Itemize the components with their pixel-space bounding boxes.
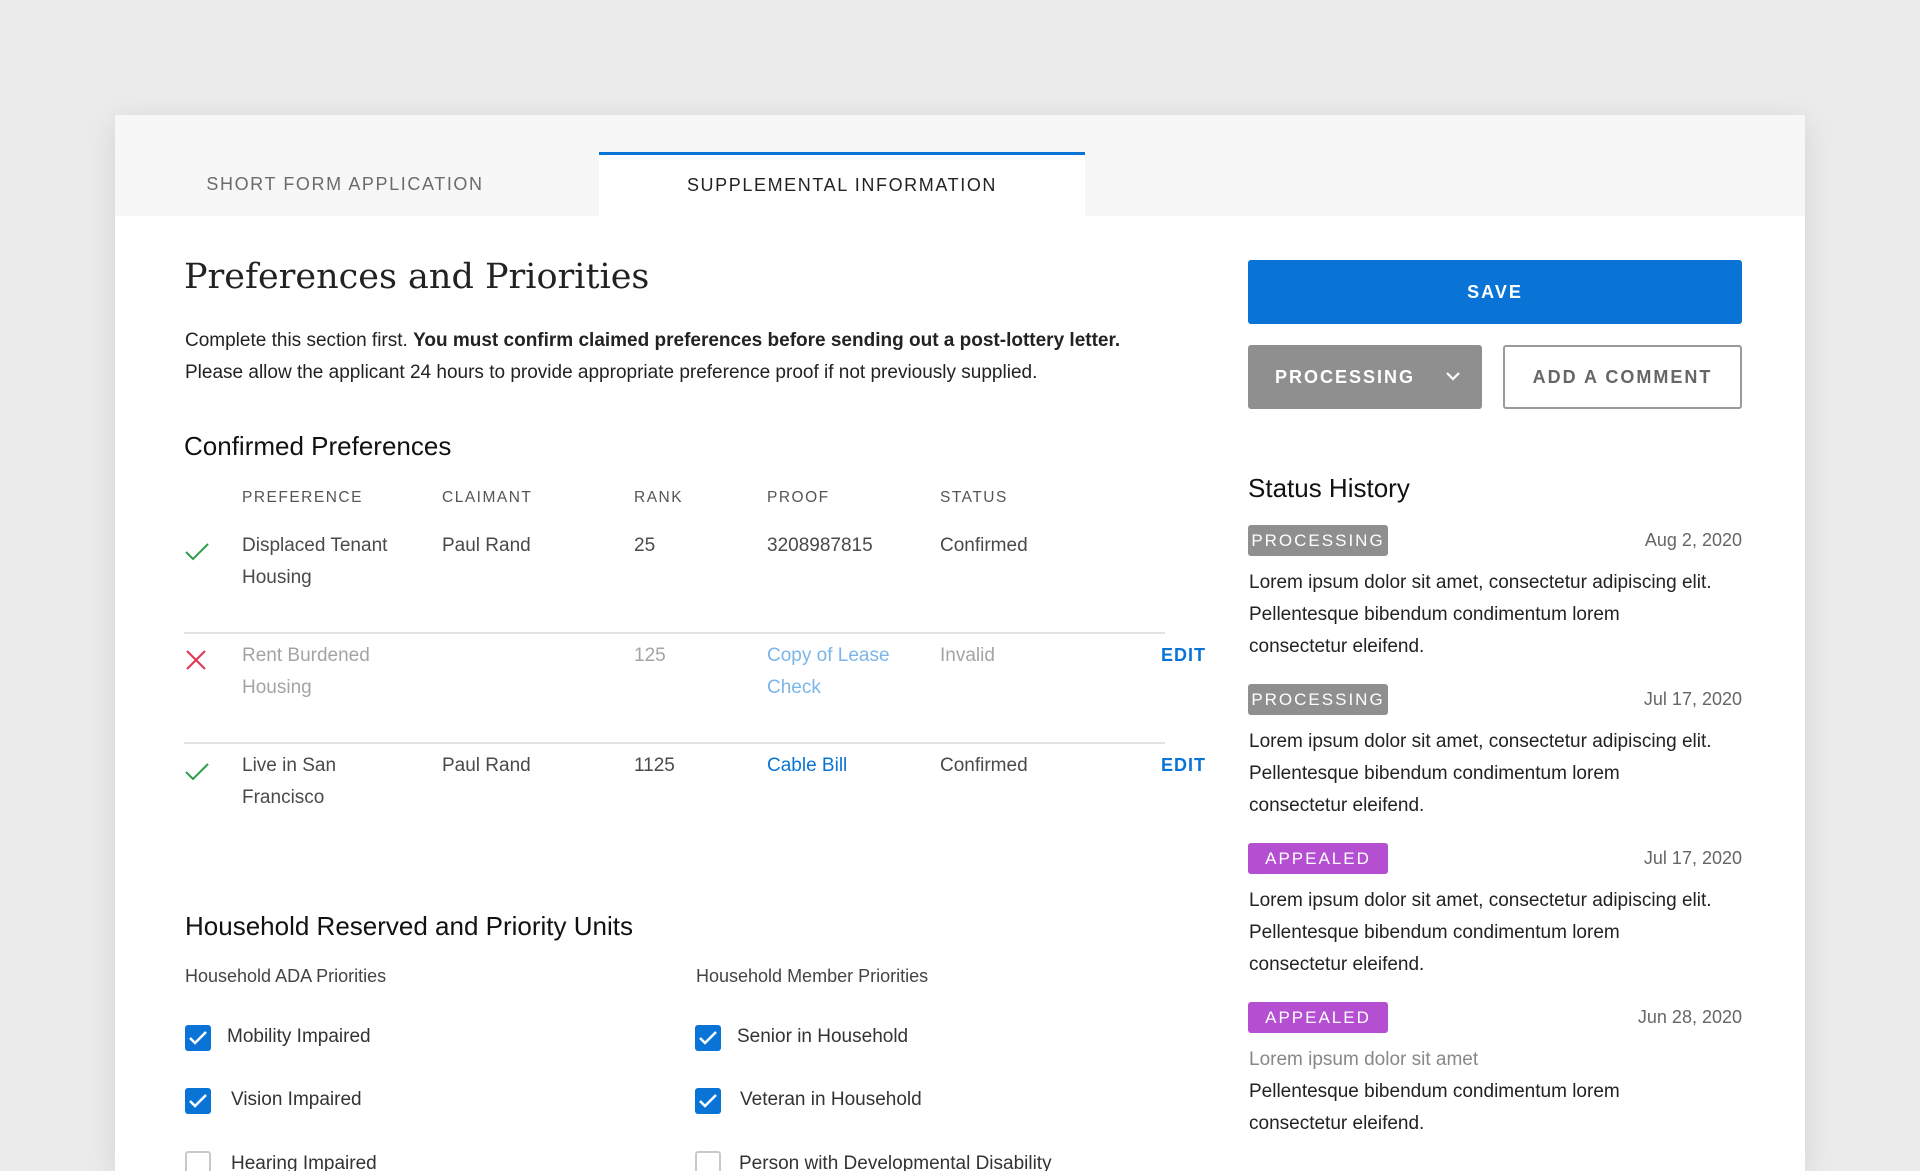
rank-value: 125: [634, 645, 666, 666]
status-dropdown[interactable]: PROCESSING: [1248, 345, 1482, 409]
edit-button[interactable]: EDIT: [1161, 755, 1206, 776]
proof-link[interactable]: Copy of Lease Check: [767, 640, 890, 704]
hearing-impaired-checkbox[interactable]: [185, 1151, 211, 1171]
status-badge: PROCESSING: [1248, 684, 1388, 715]
table-row: Rent Burdened Housing 125 Copy of Lease Ch…: [184, 640, 1205, 740]
member-priorities-label: Household Member Priorities: [696, 966, 929, 986]
checkmark-icon: [699, 1094, 717, 1108]
history-comment: Lorem ipsum dolor sit amet, consectetur …: [1249, 731, 1712, 816]
claimant-name: Paul Rand: [442, 535, 531, 556]
section-intro: Complete this section first. You must co…: [185, 325, 1185, 389]
senior-in-household-checkbox[interactable]: [695, 1025, 721, 1051]
status-value: Confirmed: [940, 535, 1028, 556]
rank-value: 1125: [634, 755, 675, 776]
checkbox-label: Hearing Impaired: [231, 1153, 377, 1171]
vision-impaired-checkbox[interactable]: [185, 1088, 211, 1114]
checkbox-label: Mobility Impaired: [227, 1026, 371, 1047]
x-icon: [186, 650, 206, 670]
checkmark-icon: [699, 1031, 717, 1045]
household-heading: Household Reserved and Priority Units: [185, 911, 633, 941]
developmental-disability-checkbox[interactable]: [695, 1151, 721, 1171]
status-history-heading: Status History: [1248, 473, 1410, 503]
preference-name: Live in San Francisco: [242, 755, 337, 808]
page-title: Preferences and Priorities: [184, 257, 650, 297]
status-badge: APPEALED: [1248, 1002, 1388, 1033]
tab-supplemental-information[interactable]: SUPPLEMENTAL INFORMATION: [599, 152, 1085, 216]
table-row: Displaced Tenant Housing Paul Rand 25 320…: [184, 530, 1184, 630]
mobility-impaired-checkbox[interactable]: [185, 1025, 211, 1051]
status-badge: PROCESSING: [1248, 525, 1388, 556]
history-comment: Lorem ipsum dolor sit amet, consectetur …: [1249, 572, 1712, 657]
status-value: Invalid: [940, 645, 995, 666]
preference-name: Displaced Tenant Housing: [242, 535, 388, 588]
row-divider: [184, 742, 1165, 744]
intro-emphasis: You must confirm claimed preferences bef…: [413, 330, 1121, 351]
history-date: Jul 17, 2020: [1643, 848, 1742, 868]
preference-name: Rent Burdened Housing: [242, 645, 370, 698]
checkbox-label: Veteran in Household: [740, 1089, 922, 1110]
column-header-claimant: CLAIMANT: [442, 489, 533, 506]
veteran-in-household-checkbox[interactable]: [695, 1088, 721, 1114]
checkbox-label: Senior in Household: [737, 1026, 909, 1047]
column-header-rank: RANK: [634, 489, 684, 506]
check-icon: [185, 763, 209, 781]
add-comment-button[interactable]: ADD A COMMENT: [1503, 345, 1742, 409]
status-dropdown-label: PROCESSING: [1275, 367, 1416, 387]
table-row: Live in San Francisco Paul Rand 1125 Cabl…: [184, 750, 1205, 850]
status-value: Confirmed: [940, 755, 1028, 776]
intro-text: Complete this section first.: [185, 330, 414, 351]
proof-link[interactable]: Cable Bill: [767, 750, 847, 782]
tab-bar: SHORT FORM APPLICATION SUPPLEMENTAL INFO…: [115, 115, 1805, 216]
checkmark-icon: [189, 1094, 207, 1108]
history-comment: Lorem ipsum dolor sit amet Pellentesque b…: [1249, 1049, 1620, 1134]
history-date: Jul 17, 2020: [1643, 689, 1742, 709]
row-divider: [184, 632, 1165, 634]
tab-short-form-application[interactable]: SHORT FORM APPLICATION: [115, 152, 575, 216]
status-badge: APPEALED: [1248, 843, 1388, 874]
history-comment: Lorem ipsum dolor sit amet, consectetur …: [1249, 890, 1712, 975]
proof-value: 3208987815: [767, 535, 873, 556]
column-header-status: STATUS: [940, 489, 1008, 506]
rank-value: 25: [634, 535, 656, 556]
checkmark-icon: [189, 1031, 207, 1045]
intro-text-line2: Please allow the applicant 24 hours to p…: [185, 362, 1038, 383]
application-card: SHORT FORM APPLICATION SUPPLEMENTAL INFO…: [115, 115, 1805, 1171]
checkbox-label: Person with Developmental Disability: [739, 1153, 1052, 1171]
history-date: Jun 28, 2020: [1637, 1007, 1742, 1027]
check-icon: [185, 543, 209, 561]
history-date: Aug 2, 2020: [1644, 530, 1742, 550]
confirmed-preferences-heading: Confirmed Preferences: [184, 431, 452, 461]
checkbox-label: Vision Impaired: [231, 1089, 362, 1110]
edit-button[interactable]: EDIT: [1161, 645, 1206, 666]
save-button[interactable]: SAVE: [1248, 260, 1742, 324]
claimant-name: Paul Rand: [442, 755, 531, 776]
column-header-preference: PREFERENCE: [242, 489, 363, 506]
ada-priorities-label: Household ADA Priorities: [185, 966, 387, 986]
chevron-down-icon: [1446, 372, 1460, 381]
column-header-proof: PROOF: [767, 489, 830, 506]
